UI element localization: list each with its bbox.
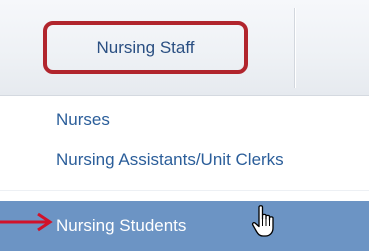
top-navigation-bar: Nursing Staff [0, 0, 369, 96]
menu-item-label: Nursing Students [56, 216, 187, 235]
nav-divider [294, 8, 295, 88]
nursing-staff-tab[interactable]: Nursing Staff [43, 21, 248, 74]
menu-item-label: Nursing Assistants/Unit Clerks [56, 150, 284, 169]
menu-item-nursing-assistants[interactable]: Nursing Assistants/Unit Clerks [0, 140, 369, 180]
page: Nursing Staff Nurses Nursing Assistants/… [0, 0, 369, 251]
nursing-staff-tab-label: Nursing Staff [96, 37, 195, 57]
arrow-right-icon [0, 212, 53, 232]
menu-divider [0, 190, 369, 191]
hand-pointer-icon [251, 205, 274, 237]
menu-item-nurses[interactable]: Nurses [0, 100, 369, 140]
menu-item-label: Nurses [56, 110, 110, 129]
